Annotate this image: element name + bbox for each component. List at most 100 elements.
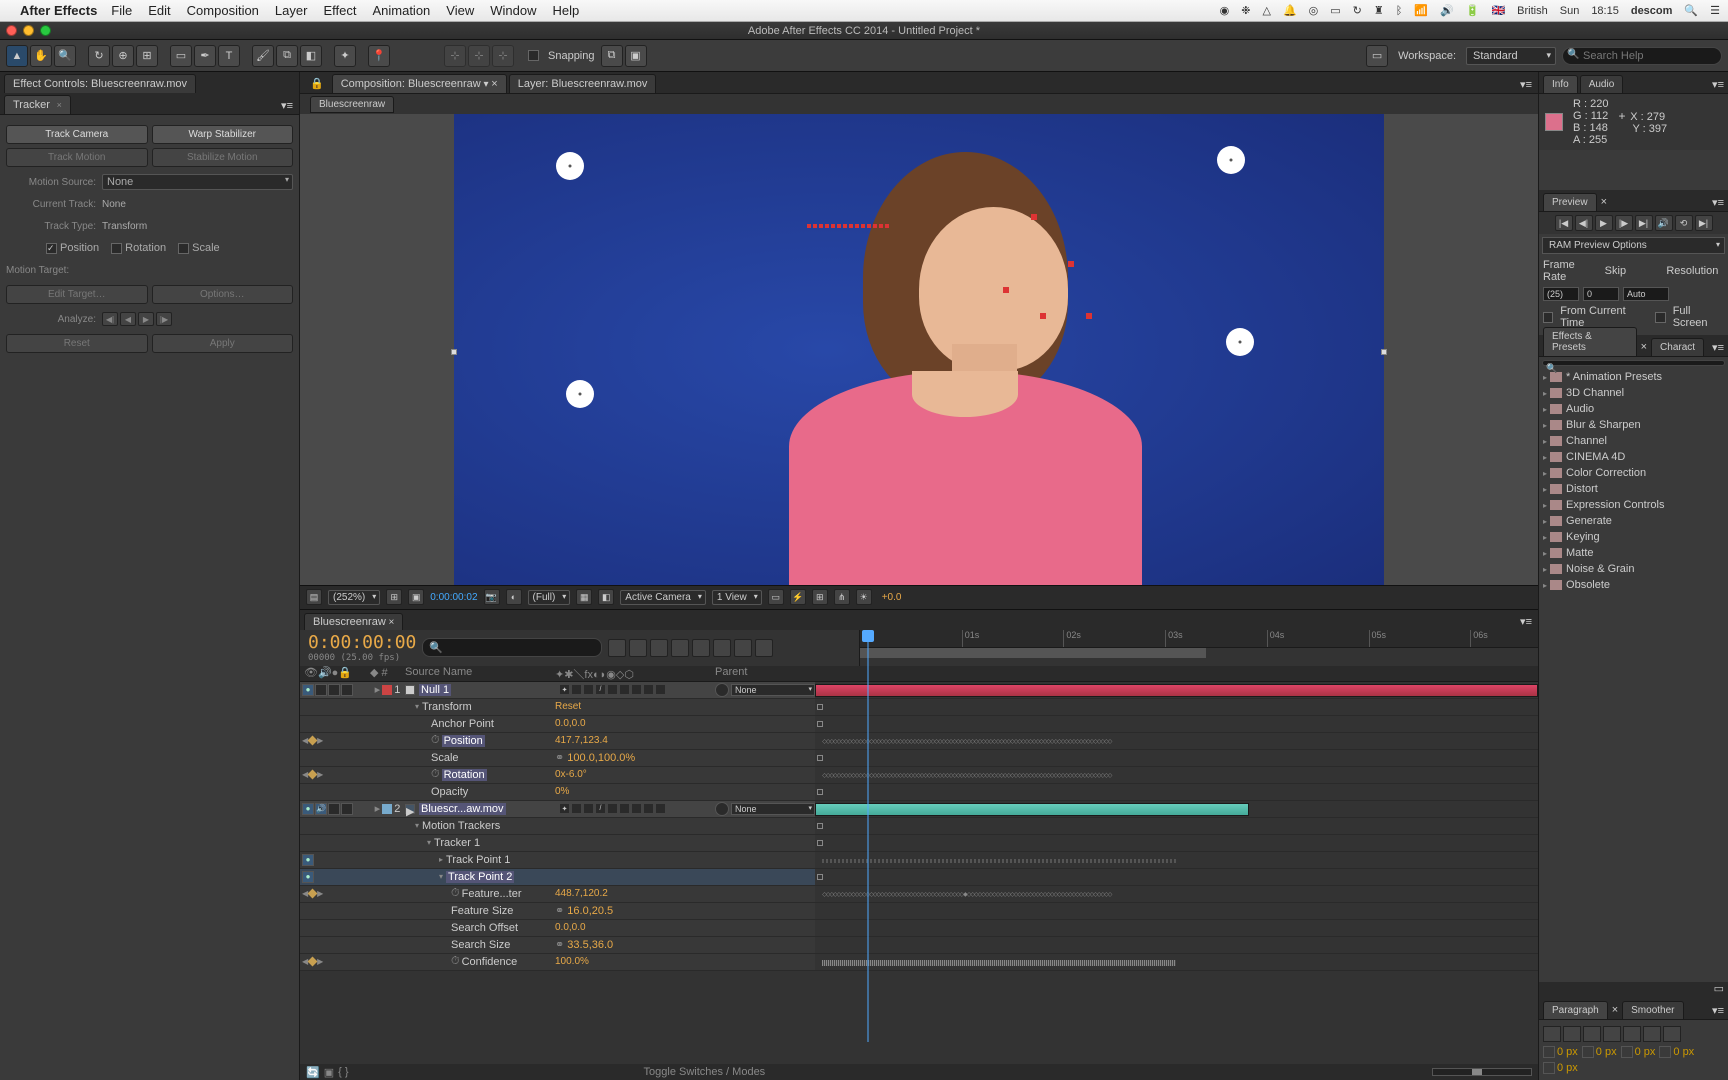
align-right-button[interactable] bbox=[1583, 1026, 1601, 1042]
transparency-icon[interactable]: ▦ bbox=[576, 589, 592, 605]
rotation-property[interactable]: ◀▶ ⏱Rotation 0x-6.0° ◇◇◇◇◇◇◇◇◇◇◇◇◇◇◇◇◇◇◇… bbox=[300, 767, 1538, 784]
help-search-input[interactable]: Search Help bbox=[1562, 47, 1722, 65]
timeline-tab[interactable]: Bluescreenraw × bbox=[304, 613, 403, 630]
menu-effect[interactable]: Effect bbox=[323, 3, 356, 18]
snap-guides-icon[interactable]: ▣ bbox=[625, 45, 647, 67]
tracker-tab[interactable]: Tracker × bbox=[4, 95, 71, 114]
menu-edit[interactable]: Edit bbox=[148, 3, 170, 18]
new-bin-icon[interactable]: ▭ bbox=[1714, 982, 1724, 998]
workspace-dropdown[interactable]: Standard bbox=[1466, 47, 1556, 65]
channel-icon[interactable]: ◐ bbox=[506, 589, 522, 605]
effects-presets-tab[interactable]: Effects & Presets bbox=[1543, 327, 1637, 356]
graph-editor-icon[interactable] bbox=[755, 639, 773, 657]
resolution-dropdown[interactable]: (Full) bbox=[528, 590, 571, 605]
close-window-button[interactable] bbox=[6, 25, 17, 36]
search-offset-property[interactable]: Search Offset 0.0,0.0 bbox=[300, 920, 1538, 937]
play-button[interactable]: ▶ bbox=[1595, 215, 1613, 231]
panel-menu-icon[interactable]: ▾≡ bbox=[1708, 1002, 1728, 1019]
fx-category[interactable]: ▸Distort bbox=[1539, 481, 1728, 497]
brainstorm-icon[interactable] bbox=[713, 639, 731, 657]
fx-category[interactable]: ▸Generate bbox=[1539, 513, 1728, 529]
view-axis-icon[interactable]: ⊹ bbox=[492, 45, 514, 67]
pan-behind-tool[interactable]: ⊞ bbox=[136, 45, 158, 67]
resolution-icon[interactable]: ⊞ bbox=[386, 589, 402, 605]
position-property[interactable]: ◀▶ ⏱Position 417.7,123.4 ◇◇◇◇◇◇◇◇◇◇◇◇◇◇◇… bbox=[300, 733, 1538, 750]
framerate-input[interactable]: (25) bbox=[1543, 287, 1579, 301]
fx-category[interactable]: ▸CINEMA 4D bbox=[1539, 449, 1728, 465]
mute-button[interactable]: 🔊 bbox=[1655, 215, 1673, 231]
lock-icon[interactable]: 🔒 bbox=[304, 74, 330, 93]
hide-shy-icon[interactable] bbox=[650, 639, 668, 657]
snap-edge-icon[interactable]: ⧉ bbox=[601, 45, 623, 67]
app-name[interactable]: After Effects bbox=[20, 3, 97, 18]
analyze-back-button[interactable]: ◀ bbox=[120, 312, 136, 326]
analyze-fwd-button[interactable]: ▶ bbox=[138, 312, 154, 326]
fx-category[interactable]: ▸Keying bbox=[1539, 529, 1728, 545]
snapshot-icon[interactable]: 📷 bbox=[484, 589, 500, 605]
parent-pickwhip[interactable] bbox=[715, 683, 729, 697]
draft-3d-icon[interactable] bbox=[629, 639, 647, 657]
options-button[interactable]: Options… bbox=[152, 285, 294, 304]
roto-tool[interactable]: ✦ bbox=[334, 45, 356, 67]
justify-last-center-button[interactable] bbox=[1623, 1026, 1641, 1042]
motion-blur-icon[interactable] bbox=[692, 639, 710, 657]
tracker-1-group[interactable]: ▾Tracker 1 bbox=[300, 835, 1538, 852]
current-time-indicator[interactable] bbox=[862, 630, 874, 647]
align-left-button[interactable] bbox=[1543, 1026, 1561, 1042]
camera-dropdown[interactable]: Active Camera bbox=[620, 590, 706, 605]
analyze-fwd-one-button[interactable]: |▶ bbox=[156, 312, 172, 326]
preview-tab[interactable]: Preview bbox=[1543, 193, 1597, 211]
stabilize-motion-button[interactable]: Stabilize Motion bbox=[152, 148, 294, 167]
timeline-icon[interactable]: ⊞ bbox=[812, 589, 828, 605]
fx-category[interactable]: ▸Audio bbox=[1539, 401, 1728, 417]
effects-search-input[interactable] bbox=[1542, 360, 1725, 366]
panel-menu-icon[interactable]: ▾≡ bbox=[1514, 76, 1538, 93]
brush-tool[interactable]: 🖌 bbox=[252, 45, 274, 67]
reset-button[interactable]: Reset bbox=[6, 334, 148, 353]
zoom-slider[interactable] bbox=[1432, 1068, 1532, 1076]
panel-menu-icon[interactable]: ▾≡ bbox=[1708, 76, 1728, 93]
motion-source-dropdown[interactable]: None bbox=[102, 174, 293, 190]
world-axis-icon[interactable]: ⊹ bbox=[468, 45, 490, 67]
menu-window[interactable]: Window bbox=[490, 3, 536, 18]
input-lang[interactable]: British bbox=[1517, 5, 1548, 17]
timecode-display[interactable]: 0:00:00:00 bbox=[308, 632, 416, 653]
justify-last-left-button[interactable] bbox=[1603, 1026, 1621, 1042]
current-time-display[interactable]: 0:00:00:02 bbox=[430, 592, 477, 603]
timeline-search-input[interactable]: 🔍 bbox=[422, 638, 602, 657]
ram-preview-button[interactable]: ▶| bbox=[1695, 215, 1713, 231]
roi-icon[interactable]: ▣ bbox=[408, 589, 424, 605]
toggle-switches-button[interactable]: Toggle Switches / Modes bbox=[644, 1066, 766, 1078]
fx-category[interactable]: ▸Channel bbox=[1539, 433, 1728, 449]
panel-menu-icon[interactable]: ▾≡ bbox=[1708, 194, 1728, 211]
menu-view[interactable]: View bbox=[446, 3, 474, 18]
status-icon[interactable]: △ bbox=[1262, 4, 1270, 17]
mask-icon[interactable]: ◧ bbox=[598, 589, 614, 605]
first-frame-button[interactable]: |◀ bbox=[1555, 215, 1573, 231]
info-tab[interactable]: Info bbox=[1543, 75, 1578, 93]
flag-icon[interactable]: 🇬🇧 bbox=[1491, 4, 1505, 17]
fx-category[interactable]: ▸Noise & Grain bbox=[1539, 561, 1728, 577]
puppet-tool[interactable]: 📍 bbox=[368, 45, 390, 67]
local-axis-icon[interactable]: ⊹ bbox=[444, 45, 466, 67]
camera-tool[interactable]: ⊕ bbox=[112, 45, 134, 67]
analyze-back-one-button[interactable]: ◀| bbox=[102, 312, 118, 326]
panel-menu-icon[interactable]: ▾≡ bbox=[275, 97, 299, 114]
snapping-checkbox[interactable] bbox=[528, 50, 539, 61]
composition-tab[interactable]: Composition: Bluescreenraw ▾ × bbox=[332, 74, 507, 93]
battery-icon[interactable]: 🔋 bbox=[1466, 4, 1480, 17]
track-camera-button[interactable]: Track Camera bbox=[6, 125, 148, 144]
status-icon[interactable]: ▭ bbox=[1330, 4, 1340, 17]
next-frame-button[interactable]: |▶ bbox=[1615, 215, 1633, 231]
volume-icon[interactable]: 🔊 bbox=[1440, 4, 1454, 17]
layer-row-bluescreen[interactable]: ●🔊 ▸2 ▶Bluescr...aw.mov ✦/ None bbox=[300, 801, 1538, 818]
clock-day[interactable]: Sun bbox=[1560, 5, 1580, 17]
track-motion-button[interactable]: Track Motion bbox=[6, 148, 148, 167]
ram-preview-dropdown[interactable]: RAM Preview Options bbox=[1542, 237, 1725, 254]
smoother-tab[interactable]: Smoother bbox=[1622, 1001, 1683, 1019]
exposure-value[interactable]: +0.0 bbox=[878, 590, 906, 605]
maximize-window-button[interactable] bbox=[40, 25, 51, 36]
rotation-tool[interactable]: ↻ bbox=[88, 45, 110, 67]
status-icon[interactable]: ◉ bbox=[1220, 4, 1230, 17]
render-icon[interactable]: ▣ bbox=[324, 1066, 334, 1079]
